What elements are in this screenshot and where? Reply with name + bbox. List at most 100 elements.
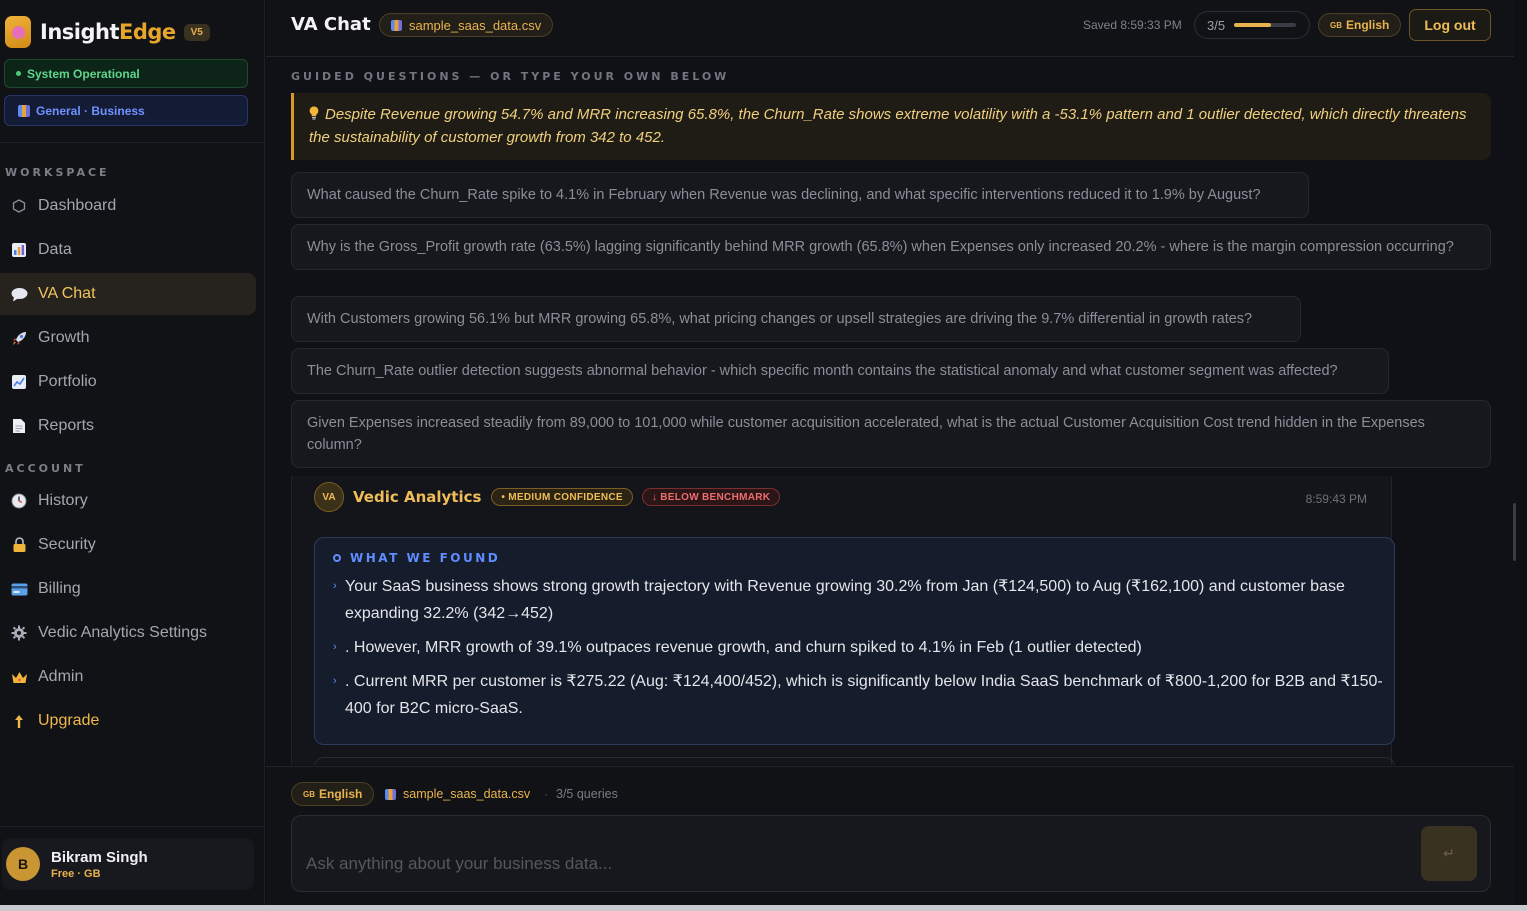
app-root: InsightEdge V5 System Operational Genera… <box>0 0 1527 911</box>
sidebar-item-data[interactable]: Data <box>0 229 256 271</box>
file-chip[interactable]: sample_saas_data.csv <box>379 13 554 37</box>
sidebar-item-label: Reports <box>38 417 95 434</box>
chevron-right-icon: › <box>333 641 337 653</box>
language-selector[interactable]: GB English <box>1318 13 1402 37</box>
gb-flag-icon: GB <box>1330 20 1342 30</box>
account-section-label: ACCOUNT <box>5 462 86 475</box>
user-name: Bikram Singh <box>51 848 148 866</box>
file-icon <box>391 19 402 31</box>
findings-card: WHAT WE FOUND › Your SaaS business shows… <box>314 537 1395 745</box>
lightbulb-icon <box>309 106 319 123</box>
workspace-icon <box>18 104 30 117</box>
brand-name-accent: Edge <box>118 20 176 44</box>
gb-flag-icon: GB <box>303 789 315 799</box>
sidebar-divider <box>0 142 265 143</box>
sidebar-item-label: Data <box>38 241 72 258</box>
guided-question-3[interactable]: With Customers growing 56.1% but MRR gro… <box>291 296 1301 342</box>
brand-logo-icon <box>5 16 31 48</box>
quota-bar <box>1234 23 1297 27</box>
composer-language-label: English <box>319 787 363 801</box>
hexagon-icon <box>10 197 28 215</box>
composer-area: GB English sample_saas_data.csv · 3/5 qu… <box>266 766 1514 905</box>
guided-question-5[interactable]: Given Expenses increased steadily from 8… <box>291 400 1491 468</box>
assistant-message: VA Vedic Analytics • MEDIUM CONFIDENCE ↓… <box>291 476 1395 765</box>
version-badge: V5 <box>183 23 210 41</box>
workspace-section-label: WORKSPACE <box>5 166 110 179</box>
composer-file[interactable]: sample_saas_data.csv <box>385 787 530 801</box>
message-composer: ↵ <box>291 815 1491 892</box>
brand-name: InsightEdge <box>40 20 176 44</box>
file-icon <box>385 788 396 800</box>
finding-item: › . Current MRR per customer is ₹275.22 … <box>333 668 1383 722</box>
top-header: VA Chat sample_saas_data.csv Saved 8:59:… <box>266 0 1514 57</box>
ring-dot-icon <box>333 554 341 562</box>
findings-title-text: WHAT WE FOUND <box>350 551 501 565</box>
send-button[interactable]: ↵ <box>1421 826 1477 881</box>
sidebar-item-label: Admin <box>38 668 84 685</box>
sidebar: InsightEdge V5 System Operational Genera… <box>0 0 265 905</box>
sidebar-item-admin[interactable]: Admin <box>0 656 256 698</box>
avatar: B <box>6 847 40 881</box>
assistant-name: Vedic Analytics <box>353 488 482 506</box>
sidebar-item-label: Growth <box>38 329 90 346</box>
file-chip-name: sample_saas_data.csv <box>409 17 542 33</box>
sidebar-item-label: Billing <box>38 580 81 597</box>
benchmark-badge: ↓ BELOW BENCHMARK <box>641 488 781 506</box>
sidebar-item-portfolio[interactable]: Portfolio <box>0 361 256 403</box>
rocket-icon <box>10 329 28 347</box>
guided-question-1[interactable]: What caused the Churn_Rate spike to 4.1%… <box>291 172 1309 218</box>
guided-question-4[interactable]: The Churn_Rate outlier detection suggest… <box>291 348 1389 394</box>
chevron-right-icon: › <box>333 675 337 687</box>
gear-icon <box>10 624 28 642</box>
bar-chart-icon <box>10 241 28 259</box>
user-card[interactable]: B Bikram Singh Free · GB <box>2 838 254 890</box>
finding-text: . However, MRR growth of 39.1% outpaces … <box>345 639 1142 656</box>
quota-bar-fill <box>1234 23 1272 27</box>
enter-icon: ↵ <box>1443 845 1455 861</box>
system-status-text: System Operational <box>27 66 140 81</box>
next-card-edge <box>314 757 1395 765</box>
document-icon <box>10 417 28 435</box>
sidebar-item-reports[interactable]: Reports <box>0 405 256 447</box>
chat-scroll-area[interactable]: GUIDED QUESTIONS — OR TYPE YOUR OWN BELO… <box>266 58 1514 765</box>
chevron-right-icon: › <box>333 580 337 592</box>
user-info: Bikram Singh Free · GB <box>51 849 148 880</box>
arrow-up-icon <box>10 712 28 730</box>
quota-indicator: 3/5 <box>1194 11 1310 39</box>
saved-status: Saved 8:59:33 PM <box>1083 18 1182 32</box>
message-input[interactable] <box>306 854 1406 874</box>
user-plan: Free · GB <box>51 867 101 880</box>
sidebar-item-label: VA Chat <box>38 285 96 302</box>
message-header: VA Vedic Analytics • MEDIUM CONFIDENCE ↓… <box>314 482 1394 512</box>
line-chart-icon <box>10 373 28 391</box>
window-bottom-edge <box>0 905 1527 911</box>
credit-card-icon <box>10 580 28 598</box>
insight-callout: Despite Revenue growing 54.7% and MRR in… <box>291 93 1491 160</box>
quota-text: 3/5 <box>1207 17 1226 33</box>
sidebar-item-upgrade[interactable]: Upgrade <box>0 700 256 742</box>
clock-icon <box>10 492 28 510</box>
sidebar-item-growth[interactable]: Growth <box>0 317 256 359</box>
brand[interactable]: InsightEdge V5 <box>5 16 210 48</box>
sidebar-item-label: Vedic Analytics Settings <box>38 624 207 641</box>
composer-language-chip[interactable]: GB English <box>291 782 375 806</box>
sidebar-bottom-divider <box>0 826 265 827</box>
sidebar-item-billing[interactable]: Billing <box>0 568 256 610</box>
sidebar-item-history[interactable]: History <box>0 480 256 522</box>
composer-file-name: sample_saas_data.csv <box>403 787 531 801</box>
sidebar-item-vedic-settings[interactable]: Vedic Analytics Settings <box>0 612 256 654</box>
sidebar-item-label: History <box>38 492 88 509</box>
insight-text: Despite Revenue growing 54.7% and MRR in… <box>309 106 1467 146</box>
confidence-badge: • MEDIUM CONFIDENCE <box>491 488 633 506</box>
guided-question-2[interactable]: Why is the Gross_Profit growth rate (63.… <box>291 224 1491 270</box>
scrollbar[interactable] <box>1513 503 1516 561</box>
logout-button[interactable]: Log out <box>1409 9 1491 41</box>
composer-separator: · <box>544 787 548 801</box>
workspace-pill[interactable]: General · Business <box>4 95 248 126</box>
composer-queries: 3/5 queries <box>556 787 618 801</box>
sidebar-item-va-chat[interactable]: VA Chat <box>0 273 256 315</box>
sidebar-item-security[interactable]: Security <box>0 524 256 566</box>
finding-text: . Current MRR per customer is ₹275.22 (A… <box>345 673 1383 717</box>
workspace-pill-text: General · Business <box>36 103 145 118</box>
sidebar-item-dashboard[interactable]: Dashboard <box>0 185 256 227</box>
